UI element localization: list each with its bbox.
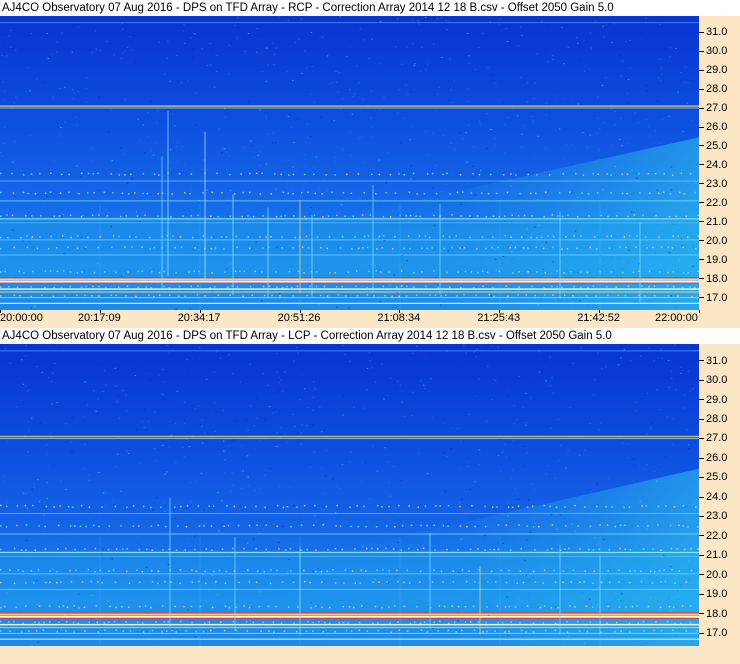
spectrogram-rcp: [0, 16, 699, 310]
y-tick-label: 20.0: [699, 569, 727, 581]
y-tick-label: 28.0: [699, 83, 727, 95]
x-tick-label: 20:51:26: [277, 312, 321, 324]
y-tick-label: 25.0: [699, 471, 727, 483]
y-axis-lcp: 31.0 30.0 29.0 28.0 27.0 26.0 25.0 24.0 23.0 22.0…: [699, 344, 740, 646]
lower-band-region: [0, 217, 699, 310]
y-tick-label: 17.0: [699, 627, 727, 639]
y-tick-label: 28.0: [699, 413, 727, 425]
y-tick-label: 20.0: [699, 235, 727, 247]
x-tick-label: 22:00:00: [655, 312, 698, 324]
y-tick-label: 29.0: [699, 64, 727, 76]
y-tick-label: 19.0: [699, 254, 727, 266]
y-tick-label: 24.0: [699, 491, 727, 503]
y-tick-label: 25.0: [699, 140, 727, 152]
y-tick-label: 30.0: [699, 45, 727, 57]
y-tick-label: 22.0: [699, 530, 727, 542]
y-tick-label: 19.0: [699, 588, 727, 600]
y-tick-label: 21.0: [699, 216, 727, 228]
y-tick-label: 30.0: [699, 374, 727, 386]
y-axis-rcp: 31.0 30.0 29.0 28.0 27.0 26.0 25.0 24.0 23.0 22.0…: [699, 16, 740, 310]
spectrogram-lcp-canvas: [0, 344, 699, 646]
x-tick-label: 21:42:52: [577, 312, 621, 324]
spectrogram-rcp-canvas: [0, 16, 699, 310]
y-tick-label: 27.0: [699, 102, 727, 114]
y-tick-label: 17.0: [699, 292, 727, 304]
y-tick-label: 26.0: [699, 121, 727, 133]
y-tick-label: 27.0: [699, 432, 727, 444]
y-tick-label: 31.0: [699, 26, 727, 38]
x-tick-mark: [699, 310, 700, 313]
x-tick-label: 20:17:09: [77, 312, 121, 324]
x-tick-label: 20:34:17: [177, 312, 221, 324]
x-axis-rcp: 20:00:00 20:17:09 20:34:17 20:51:26 21:08:34…: [0, 310, 740, 328]
x-tick-label: 21:08:34: [377, 312, 421, 324]
y-tick-label: 29.0: [699, 394, 727, 406]
y-tick-label: 26.0: [699, 452, 727, 464]
spectrogram-lcp: [0, 344, 699, 646]
y-tick-label: 23.0: [699, 178, 727, 190]
y-tick-label: 22.0: [699, 197, 727, 209]
y-tick-label: 21.0: [699, 549, 727, 561]
x-tick-label: 20:00:00: [0, 312, 43, 324]
panel-title-rcp: AJ4CO Observatory 07 Aug 2016 - DPS on T…: [0, 0, 740, 16]
y-tick-label: 18.0: [699, 608, 727, 620]
y-tick-label: 18.0: [699, 273, 727, 285]
panel-title-lcp: AJ4CO Observatory 07 Aug 2016 - DPS on T…: [0, 328, 740, 344]
lower-band-region: [0, 550, 699, 646]
bottom-strip: [0, 646, 740, 664]
y-tick-label: 23.0: [699, 510, 727, 522]
x-tick-label: 21:25:43: [477, 312, 521, 324]
y-tick-label: 24.0: [699, 159, 727, 171]
y-tick-label: 31.0: [699, 355, 727, 367]
